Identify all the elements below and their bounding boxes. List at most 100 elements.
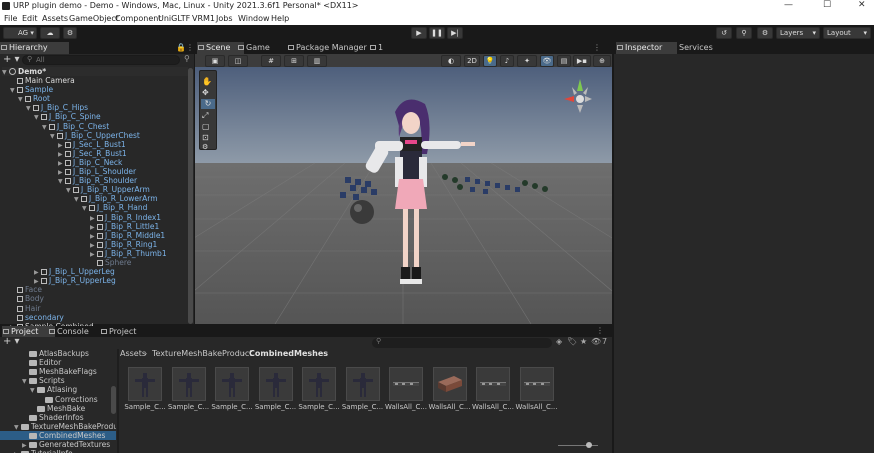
menu-uniGLTF[interactable]: UniGLTF <box>158 14 190 23</box>
hierarchy-row[interactable]: Hair <box>10 304 40 313</box>
transform-tool-icon[interactable]: ⊡ <box>202 133 209 142</box>
cloud-icon[interactable]: ☁ <box>40 27 60 39</box>
collab-icon[interactable]: ⚙ <box>63 27 77 39</box>
close-button[interactable]: ✕ <box>858 0 866 10</box>
hierarchy-row[interactable]: ▶ J_Bip_R_Little1 <box>90 222 159 231</box>
hierarchy-row[interactable]: ▶ J_Bip_R_Ring1 <box>90 240 157 249</box>
scene-viewport[interactable]: ✋ ✥ ↻ ⤢ ▢ ⊡ ⚙ <box>195 67 612 324</box>
hierarchy-row[interactable]: secondary <box>10 313 64 322</box>
menu-jobs[interactable]: Jobs <box>216 14 233 23</box>
asset-thumbnail[interactable] <box>345 367 380 401</box>
menu-vrm1[interactable]: VRM1 <box>192 14 215 23</box>
tab-inspector[interactable]: Inspector <box>616 42 677 54</box>
panel-menu-icon[interactable]: ⋮ <box>596 326 604 335</box>
hierarchy-row[interactable]: ▶ J_Bip_L_Shoulder <box>58 167 136 176</box>
hierarchy-row[interactable]: ▼ J_Bip_R_Hand <box>82 203 147 212</box>
hierarchy-row[interactable]: Sphere <box>90 258 131 267</box>
filter-type-icon[interactable]: ◈ <box>556 337 562 346</box>
folder-tree-item[interactable]: ▼ Atlasing <box>0 385 110 394</box>
folder-tree-scrollbar[interactable] <box>111 386 116 414</box>
layout-dropdown[interactable]: Layout ▾ <box>823 27 871 39</box>
create-button[interactable]: + ▾ <box>3 336 20 347</box>
tab-package-manager[interactable]: Package Manager <box>287 42 376 54</box>
tab-1[interactable]: 1 <box>369 42 398 54</box>
render-mode-icon[interactable]: ◐ <box>441 55 461 67</box>
menu-assets[interactable]: Assets <box>42 14 68 23</box>
collapse-arrow-icon[interactable]: ▼ <box>10 86 17 95</box>
collapse-arrow-icon[interactable]: ▼ <box>34 113 41 122</box>
tab-services[interactable]: Services <box>670 42 719 54</box>
folder-tree-item[interactable]: ShaderInfos <box>0 413 110 422</box>
folder-tree-item[interactable]: AtlasBackups <box>0 349 110 358</box>
tab-game[interactable]: Game <box>237 42 284 54</box>
asset-thumbnail[interactable] <box>258 367 293 401</box>
hierarchy-row[interactable]: ▶ J_Bip_L_UpperLeg <box>34 267 115 276</box>
hierarchy-row[interactable]: ▶ J_Sec_R_Bust1 <box>58 149 127 158</box>
visibility-icon[interactable]: 👁 <box>540 55 554 67</box>
minimize-button[interactable]: — <box>784 0 793 10</box>
folder-tree-item[interactable]: Corrections <box>0 395 110 404</box>
asset-thumbnail[interactable] <box>215 367 249 401</box>
gizmo-toggle-icon[interactable]: ▤ <box>557 55 571 67</box>
scene-row[interactable]: ▼ Demo* <box>2 67 188 76</box>
history-icon[interactable]: ↺ <box>716 27 732 39</box>
asset-thumbnail[interactable] <box>476 367 510 401</box>
hierarchy-row[interactable]: ▼ Root <box>18 94 50 103</box>
search-icon[interactable]: ⚲ <box>736 27 752 39</box>
asset-thumbnail[interactable] <box>128 367 162 401</box>
scale-tool-icon[interactable]: ⤢ <box>202 111 208 121</box>
hierarchy-row[interactable]: ▼ J_Bip_R_Shoulder <box>58 176 137 185</box>
hierarchy-row[interactable]: ▶ J_Bip_R_Thumb1 <box>90 249 167 258</box>
search-options-icon[interactable]: ⚲ <box>184 54 190 63</box>
collapse-arrow-icon[interactable]: ▼ <box>18 95 25 104</box>
favorite-icon[interactable]: ★ <box>580 337 587 346</box>
hierarchy-row[interactable]: ▼ J_Bip_R_LowerArm <box>74 194 158 203</box>
breadcrumb-assets[interactable]: Assets <box>120 349 146 358</box>
hierarchy-row[interactable]: ▼ Sample <box>10 85 53 94</box>
menu-edit[interactable]: Edit <box>22 14 38 23</box>
rotate-tool-icon[interactable]: ↻ <box>201 99 215 109</box>
hierarchy-row[interactable]: ▶ J_Sec_L_Bust1 <box>58 140 126 149</box>
folder-tree-item[interactable]: MeshBake <box>0 404 110 413</box>
folder-tree-item[interactable]: CombinedMeshes <box>0 430 116 440</box>
hidden-packages-icon[interactable]: 👁 <box>591 337 601 346</box>
hierarchy-row[interactable]: Body <box>10 294 44 303</box>
hierarchy-row[interactable]: ▶ J_Bip_C_Neck <box>58 158 122 167</box>
project-search-input[interactable]: ⚲ <box>372 337 552 348</box>
account-dropdown[interactable]: AG ▾ <box>3 27 37 39</box>
breadcrumb-combinedmeshes[interactable]: CombinedMeshes <box>249 349 328 358</box>
collapse-arrow-icon[interactable]: ▼ <box>66 186 73 195</box>
tab-hierarchy[interactable]: Hierarchy <box>0 42 69 54</box>
icon-size-slider[interactable] <box>558 440 598 450</box>
collapse-arrow-icon[interactable]: ▼ <box>82 204 89 213</box>
rect-tool-icon[interactable]: ▢ <box>202 122 210 131</box>
asset-thumbnail[interactable] <box>432 367 467 401</box>
hierarchy-row[interactable]: ▼ J_Bip_C_Chest <box>42 122 109 131</box>
hierarchy-row[interactable]: ▼ J_Bip_C_Hips <box>26 103 88 112</box>
custom-tool-icon[interactable]: ⚙ <box>202 143 208 151</box>
folder-tree-item[interactable]: MeshBakeFlags <box>0 367 110 376</box>
toggle-2d-button[interactable]: 2D <box>464 55 480 67</box>
menu-gameobject[interactable]: GameObject <box>69 14 119 23</box>
step-button[interactable]: ▶| <box>447 27 463 39</box>
hierarchy-row[interactable]: ▼ J_Bip_C_UpperChest <box>50 131 140 140</box>
maximize-button[interactable]: ☐ <box>823 0 831 10</box>
collapse-arrow-icon[interactable]: ▼ <box>50 132 57 141</box>
grid-snap-icon[interactable]: # <box>261 55 281 67</box>
move-tool-icon[interactable]: ✥ <box>202 88 209 97</box>
asset-thumbnail[interactable] <box>171 367 206 401</box>
increment-icon[interactable]: ▥ <box>307 55 327 67</box>
folder-tree-item[interactable]: Editor <box>0 358 110 367</box>
gizmos-icon[interactable]: ⊕ <box>593 55 611 67</box>
snap-icon[interactable]: ⊞ <box>284 55 304 67</box>
asset-thumbnail[interactable] <box>519 367 554 401</box>
panel-menu-icon[interactable]: ⋮ <box>593 43 601 52</box>
play-button[interactable]: ▶ <box>411 27 427 39</box>
breadcrumb-texturemeshbakeproduct[interactable]: TextureMeshBakeProduct <box>152 349 252 358</box>
hierarchy-row[interactable]: ▼ J_Bip_C_Spine <box>34 112 101 121</box>
hierarchy-row[interactable]: ▶ J_Bip_R_UpperLeg <box>34 276 116 285</box>
collapse-arrow-icon[interactable]: ▼ <box>26 104 33 113</box>
shading-icon[interactable]: ◫ <box>228 55 248 67</box>
hand-tool-icon[interactable]: ✋ <box>202 77 212 86</box>
menu-window[interactable]: Window <box>238 14 270 23</box>
